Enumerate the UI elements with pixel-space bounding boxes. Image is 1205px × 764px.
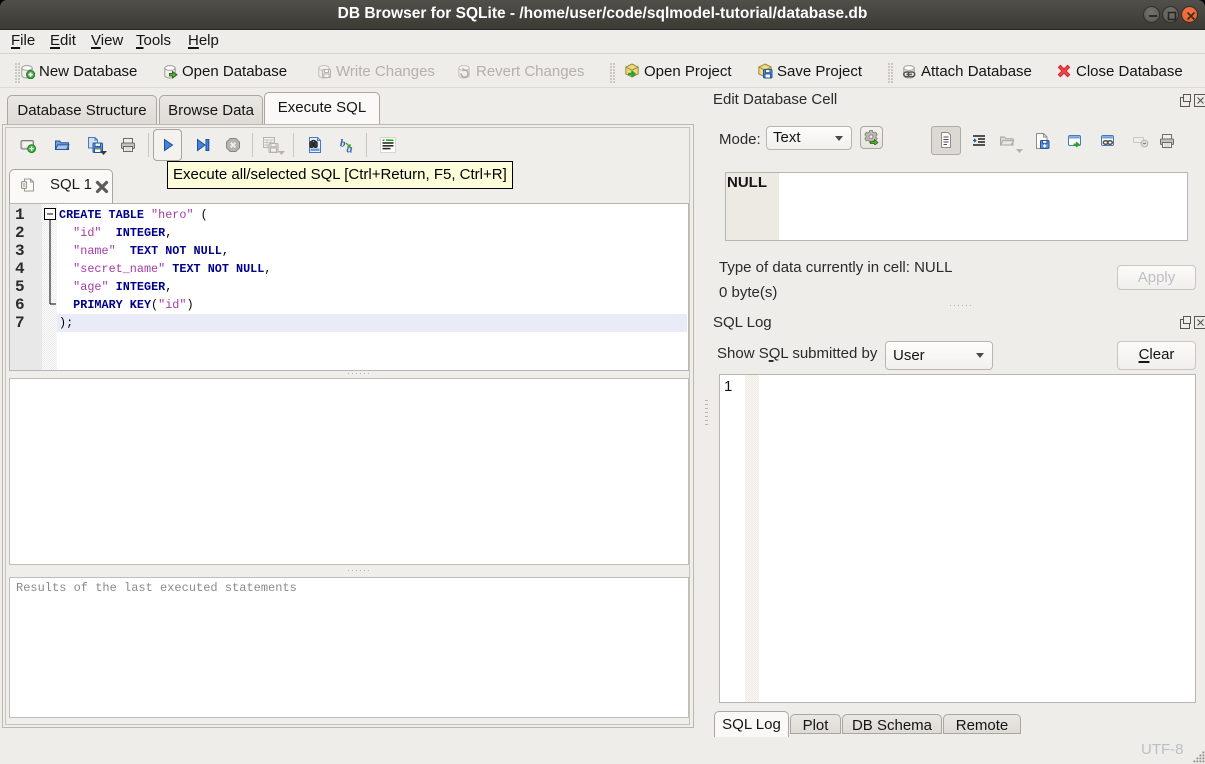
svg-text:b: b (340, 138, 346, 150)
